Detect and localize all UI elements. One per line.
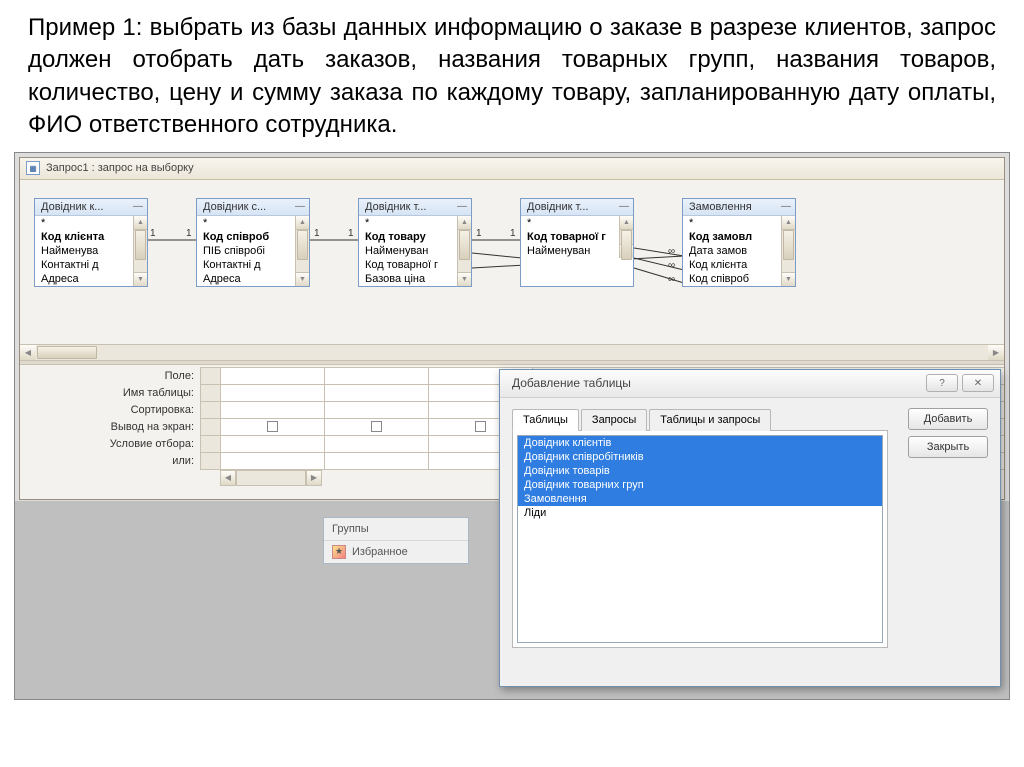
nav-groups[interactable]: Группы (324, 518, 468, 540)
table-header[interactable]: Довідник к...— (35, 199, 147, 216)
tab-panel: Довідник клієнтів Довідник співробітникі… (512, 430, 888, 648)
query-icon: ▦ (26, 161, 40, 175)
query-titlebar[interactable]: ▦ Запрос1 : запрос на выборку (20, 158, 1004, 180)
table-header[interactable]: Довідник т...— (521, 199, 633, 216)
query-title: Запрос1 : запрос на выборку (46, 162, 194, 174)
help-button[interactable]: ? (926, 374, 958, 392)
scrollbar[interactable]: ▲▼ (133, 216, 147, 286)
scrollbar[interactable]: ▲▼ (619, 216, 633, 258)
list-item[interactable]: Довідник товарів (518, 464, 882, 478)
scrollbar[interactable]: ▲▼ (781, 216, 795, 286)
field-cell[interactable] (325, 368, 429, 384)
add-button[interactable]: Добавить (908, 408, 988, 430)
tables-row: Довідник к...— * Код клієнта Найменува К… (34, 198, 990, 287)
list-item[interactable]: Ліди (518, 506, 882, 520)
hscrollbar[interactable]: ◀▶ (20, 344, 1004, 360)
scrollbar[interactable]: ▲▼ (295, 216, 309, 286)
scrollbar[interactable]: ▲▼ (457, 216, 471, 286)
list-item[interactable]: Довідник співробітників (518, 450, 882, 464)
table-3[interactable]: Довідник т...— * Код товару Найменуван К… (358, 198, 472, 287)
close-button[interactable]: ✕ (962, 374, 994, 392)
example-description: Пример 1: выбрать из базы данных информа… (0, 0, 1024, 152)
star-icon: ★ (332, 545, 346, 559)
field-cell[interactable] (221, 368, 325, 384)
nav-panel: Группы ★Избранное (323, 517, 469, 564)
show-checkbox[interactable] (221, 419, 325, 435)
dialog-titlebar[interactable]: Добавление таблицы ? ✕ (500, 370, 1000, 398)
table-1[interactable]: Довідник к...— * Код клієнта Найменува К… (34, 198, 148, 287)
table-header[interactable]: Замовлення— (683, 199, 795, 216)
field-list[interactable]: * Код клієнта Найменува Контактні д Адре… (35, 216, 133, 286)
table-listbox[interactable]: Довідник клієнтів Довідник співробітникі… (517, 435, 883, 643)
grid-row-labels: Поле: Имя таблицы: Сортировка: Вывод на … (20, 365, 200, 499)
add-table-dialog: Добавление таблицы ? ✕ Таблицы Запросы Т… (499, 369, 1001, 687)
list-item[interactable]: Замовлення (518, 492, 882, 506)
field-list[interactable]: * Код замовл Дата замов Код клієнта Код … (683, 216, 781, 286)
dialog-title: Добавление таблицы (512, 376, 631, 390)
nav-favorites[interactable]: ★Избранное (324, 540, 468, 563)
table-2[interactable]: Довідник с...— * Код співроб ПІБ співроб… (196, 198, 310, 287)
tab-both[interactable]: Таблицы и запросы (649, 409, 771, 431)
table-4[interactable]: Довідник т...— * Код товарної г Найменув… (520, 198, 634, 287)
list-item[interactable]: Довідник клієнтів (518, 436, 882, 450)
tab-tables[interactable]: Таблицы (512, 409, 579, 431)
relationship-pane[interactable]: 11 11 11 ∞ ∞ ∞ Довідник к...— * (20, 180, 1004, 344)
table-header[interactable]: Довідник т...— (359, 199, 471, 216)
table-5[interactable]: Замовлення— * Код замовл Дата замов Код … (682, 198, 796, 287)
table-header[interactable]: Довідник с...— (197, 199, 309, 216)
app-frame: ▦ Запрос1 : запрос на выборку 11 11 11 ∞… (14, 152, 1010, 700)
close-dialog-button[interactable]: Закрыть (908, 436, 988, 458)
field-list[interactable]: * Код співроб ПІБ співробі Контактні д А… (197, 216, 295, 286)
field-list[interactable]: * Код товарної г Найменуван (521, 216, 619, 258)
list-item[interactable]: Довідник товарних груп (518, 478, 882, 492)
tab-queries[interactable]: Запросы (581, 409, 647, 431)
dialog-tabs: Таблицы Запросы Таблицы и запросы (512, 408, 888, 430)
show-checkbox[interactable] (325, 419, 429, 435)
field-list[interactable]: * Код товару Найменуван Код товарної г Б… (359, 216, 457, 286)
